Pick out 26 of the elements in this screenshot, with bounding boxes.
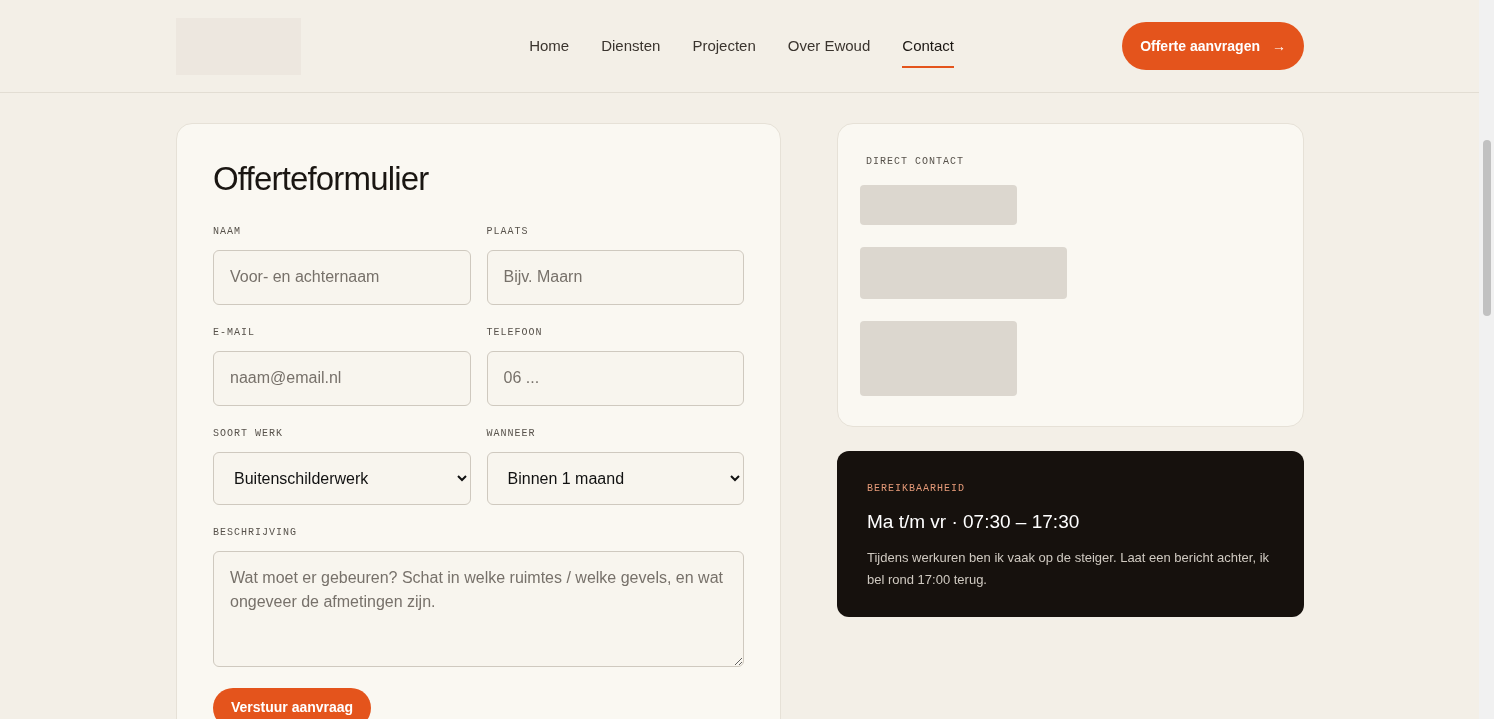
submit-button[interactable]: Verstuur aanvraag	[213, 687, 372, 719]
field-label: NAAM	[213, 224, 242, 239]
field-label: SOORT WERK	[213, 426, 284, 441]
input-field[interactable]: 06 ...	[486, 350, 744, 406]
field-label: E-MAIL	[213, 325, 256, 340]
availability-text: Tijdens werkuren ben ik vaak op de steiger. Laat een bericht achter, ik bel rond 17:00 terug.	[867, 548, 1271, 589]
field-label: TELEFOON	[486, 325, 544, 340]
nav-link[interactable]: Home	[529, 34, 570, 69]
input-field[interactable]: naam@email.nl	[213, 350, 471, 406]
description-field[interactable]: Wat moet er gebeuren? Schat in welke ruimtes / welke gevels, en wat ongeveer de afmetingen zijn.	[213, 550, 744, 667]
nav-link[interactable]: Over Ewoud	[787, 34, 871, 69]
nav-link[interactable]: Diensten	[601, 34, 661, 69]
dropdown[interactable]: Binnen 1 maand	[486, 451, 744, 505]
field-label: WANNEER	[486, 426, 537, 441]
input-field[interactable]: Bijv. Maarn	[486, 249, 744, 305]
nav-link[interactable]: Projecten	[692, 34, 756, 69]
dropdown[interactable]: Buitenschilderwerk	[213, 451, 471, 505]
field-label: PLAATS	[486, 224, 530, 239]
nav-link[interactable]: Contact	[902, 34, 954, 69]
opening-hours: Ma t/m vr · 07:30 – 17:30	[867, 510, 1081, 534]
field-label: BESCHRIJVING	[213, 525, 298, 540]
section-heading: BEREIKBAARHEID	[867, 482, 966, 496]
quote-request-button[interactable]: Offerte aanvragen →	[1122, 22, 1304, 70]
input-field[interactable]: Voor- en achternaam	[213, 249, 471, 305]
form-title: Offerteformulier	[213, 159, 430, 199]
section-heading: DIRECT CONTACT	[866, 155, 965, 169]
